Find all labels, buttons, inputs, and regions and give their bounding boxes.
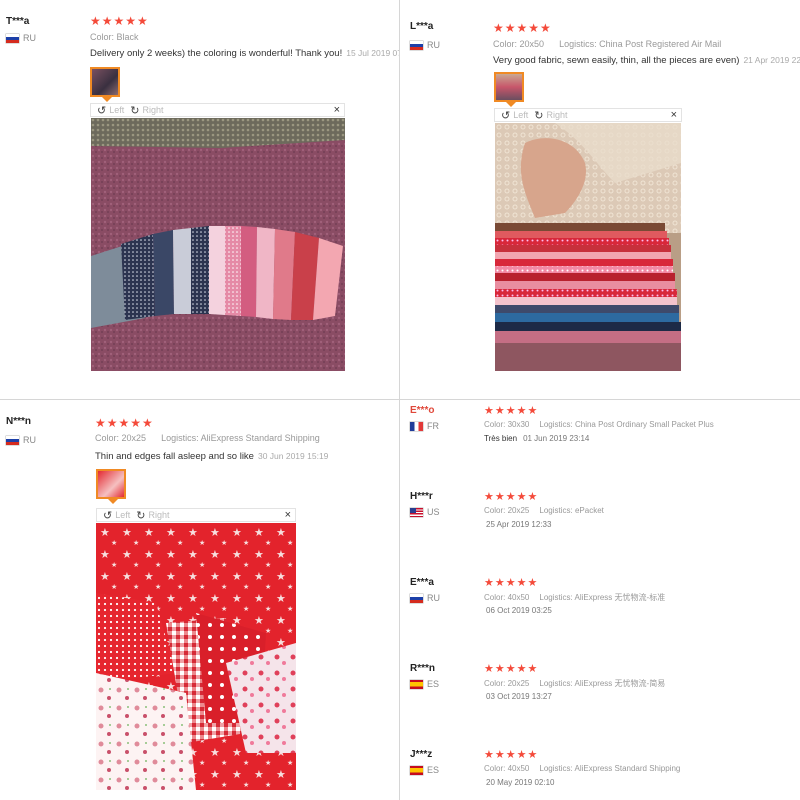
reviewer-name: N***n [6, 416, 32, 427]
image-viewer-toolbar: ↺ Left ↻ Right × [494, 108, 682, 122]
review-date: 06 Oct 2019 03:25 [486, 606, 552, 615]
rotate-right-button[interactable]: ↻ Right [130, 104, 163, 117]
rotate-right-button[interactable]: ↻ Right [534, 109, 567, 122]
rotate-left-button[interactable]: ↺ Left [97, 104, 124, 117]
country-code: RU [23, 435, 36, 445]
reviewer-country: RU [6, 435, 36, 445]
review-photo [91, 118, 345, 371]
reviewer-country: US [410, 507, 440, 517]
rotate-left-icon: ↺ [501, 109, 511, 122]
reviewer-country: RU [6, 33, 36, 43]
reviewer-name: E***a [410, 577, 434, 588]
review-comment: Thin and edges fall asleep and so like 30… [95, 451, 328, 462]
order-info: Color: 20x25 Logistics: ePacket [484, 506, 604, 515]
review-list: E***o FR ★★★★★ Color: 30x30 Logistics: Ch… [400, 400, 800, 800]
rotate-left-button[interactable]: ↺ Left [501, 109, 528, 122]
review-photo [495, 123, 681, 371]
comment-text: Delivery only 2 weeks) the coloring is w… [90, 48, 343, 59]
order-info: Color: 20x25 Logistics: AliExpress 无忧物流-简… [484, 679, 666, 688]
rotate-right-icon: ↻ [136, 509, 146, 522]
fabric-photo-image [91, 118, 345, 371]
russia-flag-icon [410, 40, 423, 50]
reviewer-name: L***a [410, 21, 434, 32]
reviewer-name: R***n [410, 663, 436, 674]
star-rating: ★★★★★ [484, 663, 539, 675]
reviewer-name: H***r [410, 491, 433, 502]
reviewer-country: ES [410, 765, 439, 775]
review-date: 15 Jul 2019 07:11 [346, 48, 399, 58]
review-comment: Delivery only 2 weeks) the coloring is w… [90, 48, 399, 59]
red-fabric-photo-image: ★★ [96, 523, 296, 790]
review-date: 25 Apr 2019 12:33 [486, 520, 552, 529]
reviewer-name: T***a [6, 16, 30, 27]
rotate-left-button[interactable]: ↺ Left [103, 509, 130, 522]
review-photo: ★★ [96, 523, 296, 790]
russia-flag-icon [6, 33, 19, 43]
star-rating: ★★★★★ [484, 491, 539, 503]
russia-flag-icon [410, 593, 423, 603]
order-info: Color: 40x50 Logistics: AliExpress Standa… [484, 764, 681, 773]
review-date: 21 Apr 2019 22:58 [743, 55, 800, 65]
review-card: L***a RU ★★★★★ Color: 20x50 Logistics: C… [400, 0, 800, 399]
star-rating: ★★★★★ [95, 416, 154, 430]
star-rating: ★★★★★ [484, 749, 539, 761]
star-rating: ★★★★★ [484, 405, 539, 417]
review-date: 01 Jun 2019 23:14 [523, 434, 590, 443]
close-icon[interactable]: × [671, 109, 677, 121]
star-rating: ★★★★★ [484, 577, 539, 589]
rotate-left-icon: ↺ [103, 509, 113, 522]
rotate-right-icon: ↻ [130, 104, 140, 117]
russia-flag-icon [6, 435, 19, 445]
rotate-left-icon: ↺ [97, 104, 107, 117]
order-info: Color: 30x30 Logistics: China Post Ordina… [484, 420, 714, 429]
image-viewer-toolbar: ↺ Left ↻ Right × [96, 508, 296, 522]
spain-flag-icon [410, 679, 423, 689]
reviewer-country: RU [410, 40, 440, 50]
color-value: Black [116, 32, 139, 42]
color-value: 20x25 [121, 433, 147, 443]
photo-thumbnail[interactable] [96, 469, 126, 504]
review-card: T***a RU ★★★★★ Color: Black Delivery onl… [0, 0, 399, 399]
image-viewer-toolbar: ↺ Left ↻ Right × [90, 103, 345, 117]
country-code: RU [427, 40, 440, 50]
color-value: 20x50 [519, 39, 545, 49]
reviewer-country: FR [410, 421, 439, 431]
order-info: Color: 20x25 Logistics: AliExpress Stand… [95, 433, 320, 443]
reviewer-country: ES [410, 679, 439, 689]
comment-text: Thin and edges fall asleep and so like [95, 451, 254, 462]
close-icon[interactable]: × [285, 509, 291, 521]
logistics-value: China Post Registered Air Mail [599, 39, 722, 49]
rotate-right-icon: ↻ [534, 109, 544, 122]
photo-thumbnail[interactable] [494, 72, 524, 107]
rotate-right-button[interactable]: ↻ Right [136, 509, 169, 522]
order-info: Color: 40x50 Logistics: AliExpress 无忧物流-标… [484, 593, 666, 602]
reviewer-country: RU [410, 593, 440, 603]
review-card: N***n RU ★★★★★ Color: 20x25 Logistics: A… [0, 400, 399, 800]
photo-thumbnail[interactable] [90, 67, 120, 102]
usa-flag-icon [410, 507, 423, 517]
reviewer-name: J***z [410, 749, 433, 760]
country-code: RU [23, 33, 36, 43]
logistics-value: AliExpress Standard Shipping [200, 433, 320, 443]
review-comment: Very good fabric, sewn easily, thin, all… [493, 55, 800, 66]
review-date: 20 May 2019 02:10 [486, 778, 555, 787]
star-rating: ★★★★★ [493, 21, 552, 35]
comment-text: Very good fabric, sewn easily, thin, all… [493, 55, 740, 66]
star-rating: ★★★★★ [90, 14, 149, 28]
reviewer-name: E***o [410, 405, 435, 416]
order-info: Color: Black [90, 32, 139, 42]
spain-flag-icon [410, 765, 423, 775]
review-date: 03 Oct 2019 13:27 [486, 692, 552, 701]
review-date: 30 Jun 2019 15:19 [257, 451, 329, 461]
fabric-stack-photo-image [495, 123, 681, 371]
close-icon[interactable]: × [334, 104, 340, 116]
color-label: Color: [90, 32, 115, 42]
order-info: Color: 20x50 Logistics: China Post Regis… [493, 39, 722, 49]
france-flag-icon [410, 421, 423, 431]
review-comment: Très bien 01 Jun 2019 23:14 [484, 434, 590, 443]
